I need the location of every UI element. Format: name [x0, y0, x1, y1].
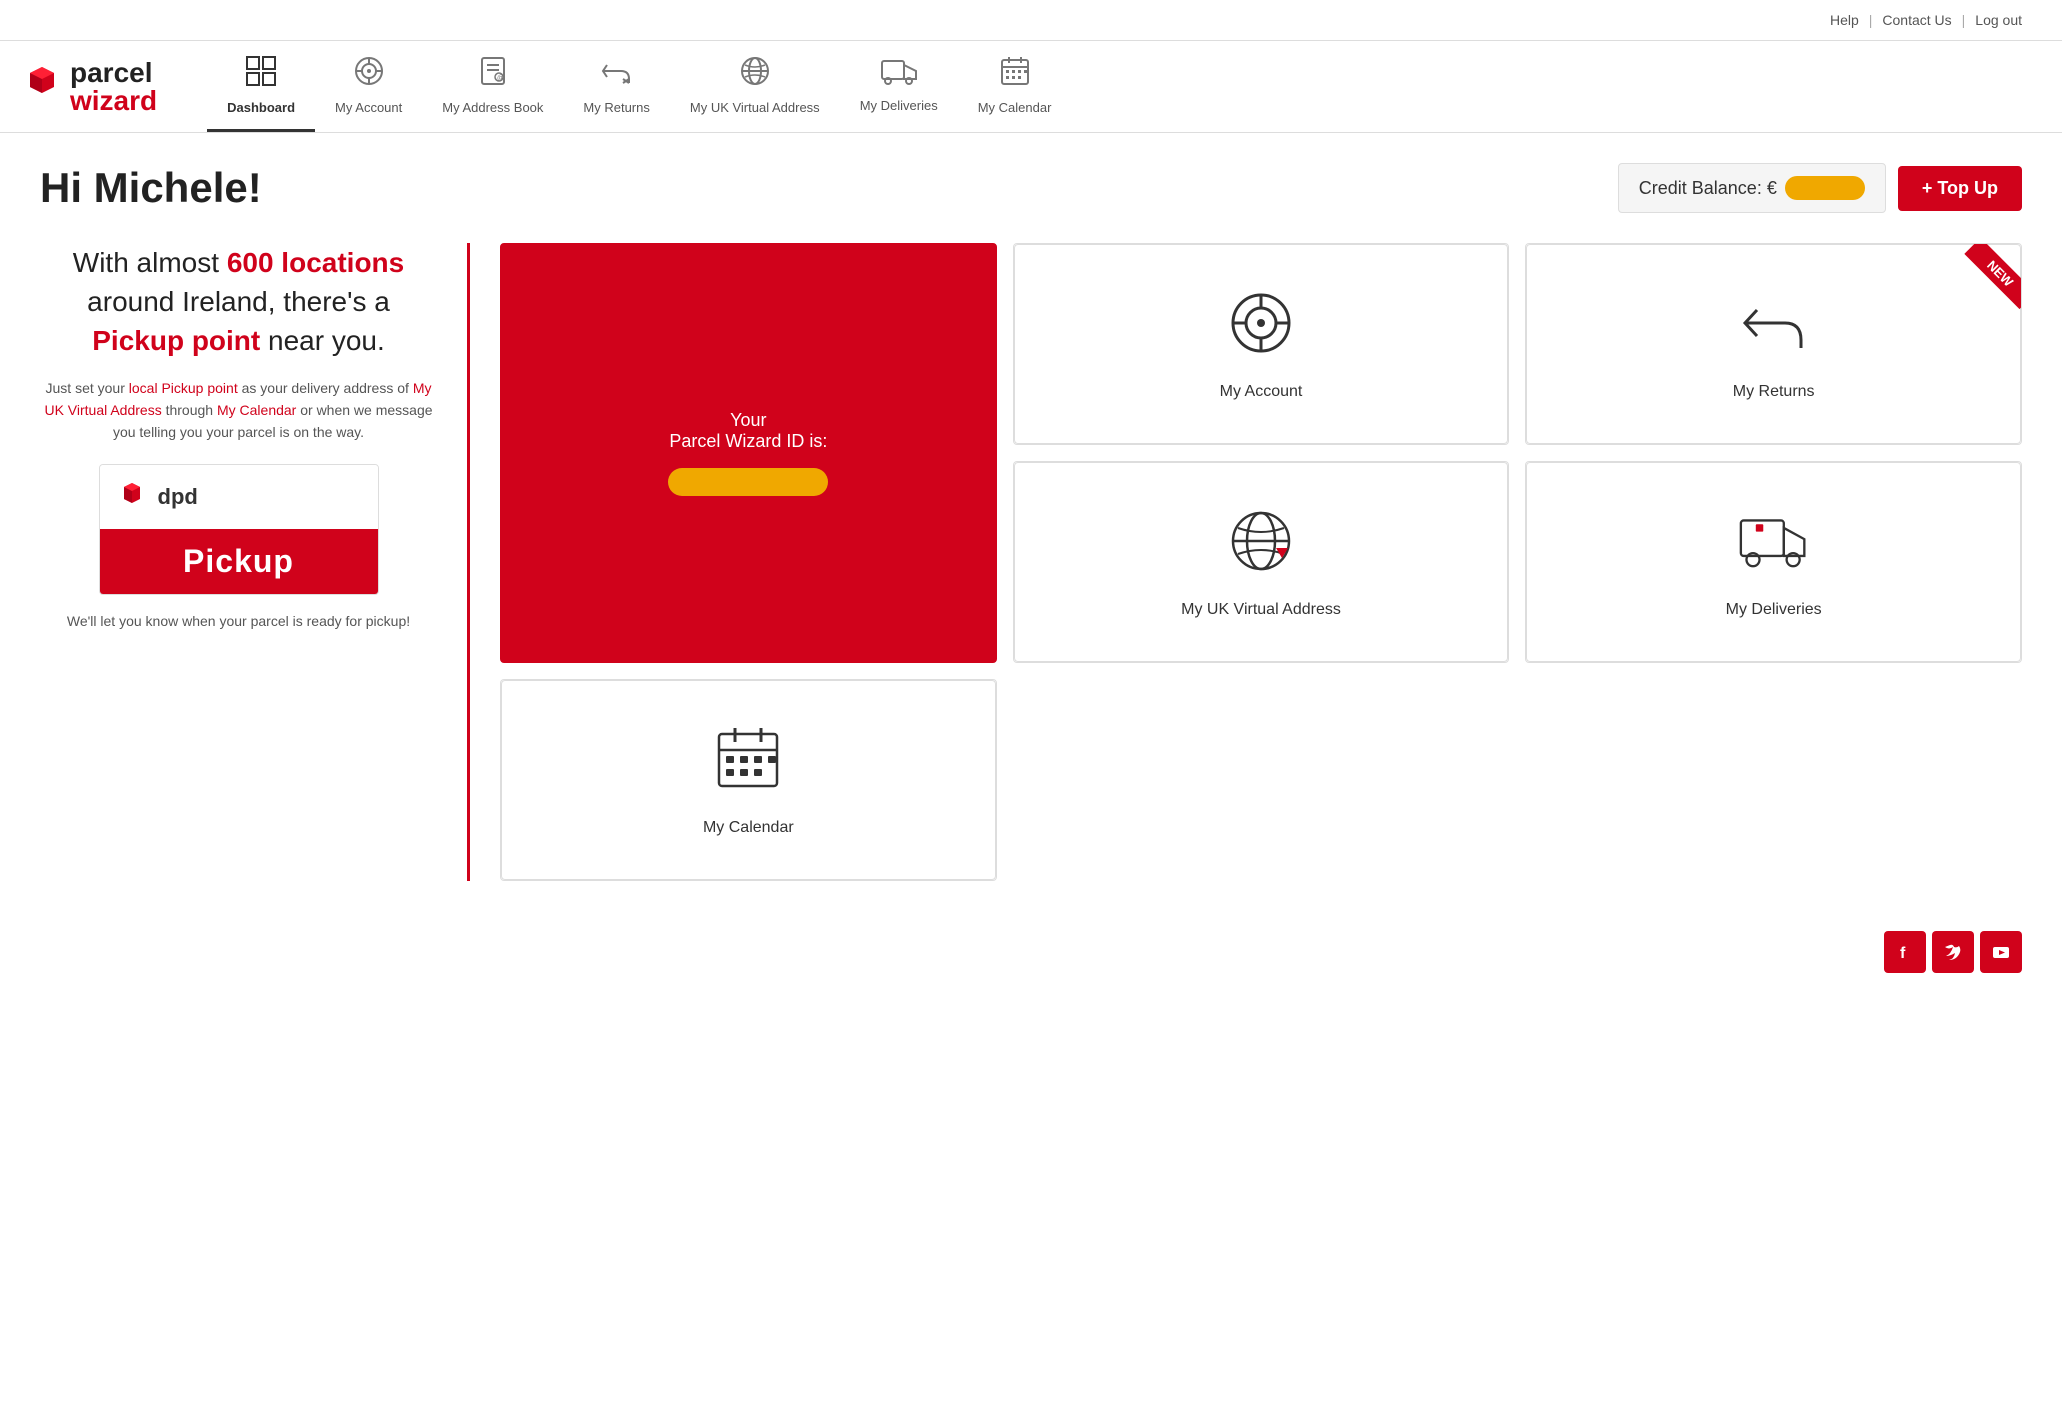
my-account-card[interactable]: My Account	[1014, 244, 1509, 444]
nav-label-my-account: My Account	[335, 100, 402, 115]
svg-text:@: @	[497, 75, 504, 82]
greeting-text: Hi Michele!	[40, 164, 262, 212]
brand-logo: parcel wizard	[20, 49, 177, 125]
parcel-id-title: YourParcel Wizard ID is:	[669, 410, 827, 452]
my-account-card-wrapper: My Account	[1013, 243, 1510, 445]
brand-wizard: wizard	[70, 87, 157, 115]
header-row: Hi Michele! Credit Balance: € + Top Up	[40, 163, 2022, 213]
dpd-pickup-label: Pickup	[100, 529, 378, 594]
nav-item-my-calendar[interactable]: My Calendar	[958, 41, 1072, 132]
left-panel: With almost 600 locations around Ireland…	[40, 243, 470, 881]
credit-balance: Credit Balance: €	[1618, 163, 1886, 213]
nav-label-dashboard: Dashboard	[227, 100, 295, 115]
returns-icon	[601, 55, 633, 94]
parcel-wizard-logo: parcel wizard	[70, 59, 157, 115]
facebook-button[interactable]: f	[1884, 931, 1926, 973]
logout-link[interactable]: Log out	[1975, 12, 2022, 28]
nav-item-my-account[interactable]: My Account	[315, 41, 422, 132]
dpd-logo-icon	[20, 65, 64, 109]
my-uk-virtual-address-card-wrapper: My UK Virtual Address	[1013, 461, 1510, 663]
svg-text:f: f	[1900, 945, 1906, 962]
pickup-sub: Just set your local Pickup point as your…	[40, 377, 437, 444]
nav-item-dashboard[interactable]: Dashboard	[207, 41, 315, 132]
nav-item-my-address-book[interactable]: @ My Address Book	[422, 41, 563, 132]
help-link[interactable]: Help	[1830, 12, 1859, 28]
my-calendar-card-wrapper: My Calendar	[500, 679, 997, 881]
returns-card-icon	[1739, 288, 1809, 367]
brand-parcel: parcel	[70, 59, 157, 87]
my-calendar-card[interactable]: My Calendar	[501, 680, 996, 880]
credit-area: Credit Balance: € + Top Up	[1618, 163, 2022, 213]
youtube-button[interactable]	[1980, 931, 2022, 973]
my-calendar-card-label: My Calendar	[703, 819, 794, 837]
dpd-small-logo-icon	[116, 481, 148, 513]
my-uk-virtual-address-card-label: My UK Virtual Address	[1181, 601, 1341, 619]
dpd-card-top: dpd	[100, 465, 378, 529]
dashboard-icon	[245, 55, 277, 94]
my-account-icon	[353, 55, 385, 94]
nav-items: Dashboard My Account @ My Address Book M…	[207, 41, 2042, 132]
twitter-button[interactable]	[1932, 931, 1974, 973]
pickup-heading-part3: near you.	[260, 325, 385, 356]
topup-button[interactable]: + Top Up	[1898, 166, 2022, 211]
pickup-heading-highlight1: 600 locations	[227, 247, 404, 278]
address-book-icon: @	[477, 55, 509, 94]
van-card-icon	[1739, 506, 1809, 585]
new-ribbon	[1941, 244, 2021, 324]
footer: f	[0, 911, 2062, 993]
calendar-card-icon	[713, 724, 783, 803]
my-returns-card-label: My Returns	[1733, 383, 1815, 401]
nav-label-my-calendar: My Calendar	[978, 100, 1052, 115]
globe-icon	[739, 55, 771, 94]
nav-label-my-address-book: My Address Book	[442, 100, 543, 115]
calendar-icon	[999, 55, 1031, 94]
main-grid: With almost 600 locations around Ireland…	[40, 243, 2022, 881]
nav-label-my-uk-virtual-address: My UK Virtual Address	[690, 100, 820, 115]
local-pickup-link[interactable]: local Pickup point	[129, 380, 238, 396]
main-content: Hi Michele! Credit Balance: € + Top Up W…	[0, 133, 2062, 911]
dpd-pickup-card: dpd Pickup	[99, 464, 379, 595]
pickup-heading-part2: around Ireland, there's a	[87, 286, 390, 317]
credit-amount-value	[1785, 176, 1865, 200]
my-uk-virtual-address-card[interactable]: My UK Virtual Address	[1014, 462, 1509, 662]
globe-card-icon	[1226, 506, 1296, 585]
pickup-note: We'll let you know when your parcel is r…	[40, 611, 437, 632]
my-deliveries-card-wrapper: My Deliveries	[1525, 461, 2022, 663]
parcel-id-value	[668, 468, 828, 496]
nav-label-my-returns: My Returns	[583, 100, 649, 115]
my-deliveries-card[interactable]: My Deliveries	[1526, 462, 2021, 662]
pickup-heading-part1: With almost	[73, 247, 227, 278]
nav-label-my-deliveries: My Deliveries	[860, 98, 938, 113]
nav-item-my-returns[interactable]: My Returns	[563, 41, 669, 132]
pickup-heading-highlight2: Pickup point	[92, 325, 260, 356]
my-returns-card-wrapper: My Returns	[1525, 243, 2022, 445]
account-card-icon	[1226, 288, 1296, 367]
right-grid: YourParcel Wizard ID is: My Account	[500, 243, 2022, 881]
credit-label: Credit Balance: €	[1639, 178, 1777, 199]
main-navigation: parcel wizard Dashboard My Account @ My …	[0, 41, 2062, 133]
pickup-heading: With almost 600 locations around Ireland…	[40, 243, 437, 361]
nav-item-my-uk-virtual-address[interactable]: My UK Virtual Address	[670, 41, 840, 132]
nav-item-my-deliveries[interactable]: My Deliveries	[840, 41, 958, 132]
top-navigation: Help | Contact Us | Log out	[0, 0, 2062, 41]
separator-2: |	[1962, 12, 1966, 28]
my-deliveries-card-label: My Deliveries	[1726, 601, 1822, 619]
my-account-card-label: My Account	[1220, 383, 1303, 401]
separator-1: |	[1869, 12, 1873, 28]
my-calendar-link[interactable]: My Calendar	[217, 402, 296, 418]
dpd-text: dpd	[158, 484, 198, 510]
parcel-id-card[interactable]: YourParcel Wizard ID is:	[500, 243, 997, 663]
deliveries-icon	[881, 57, 917, 92]
contact-us-link[interactable]: Contact Us	[1882, 12, 1951, 28]
